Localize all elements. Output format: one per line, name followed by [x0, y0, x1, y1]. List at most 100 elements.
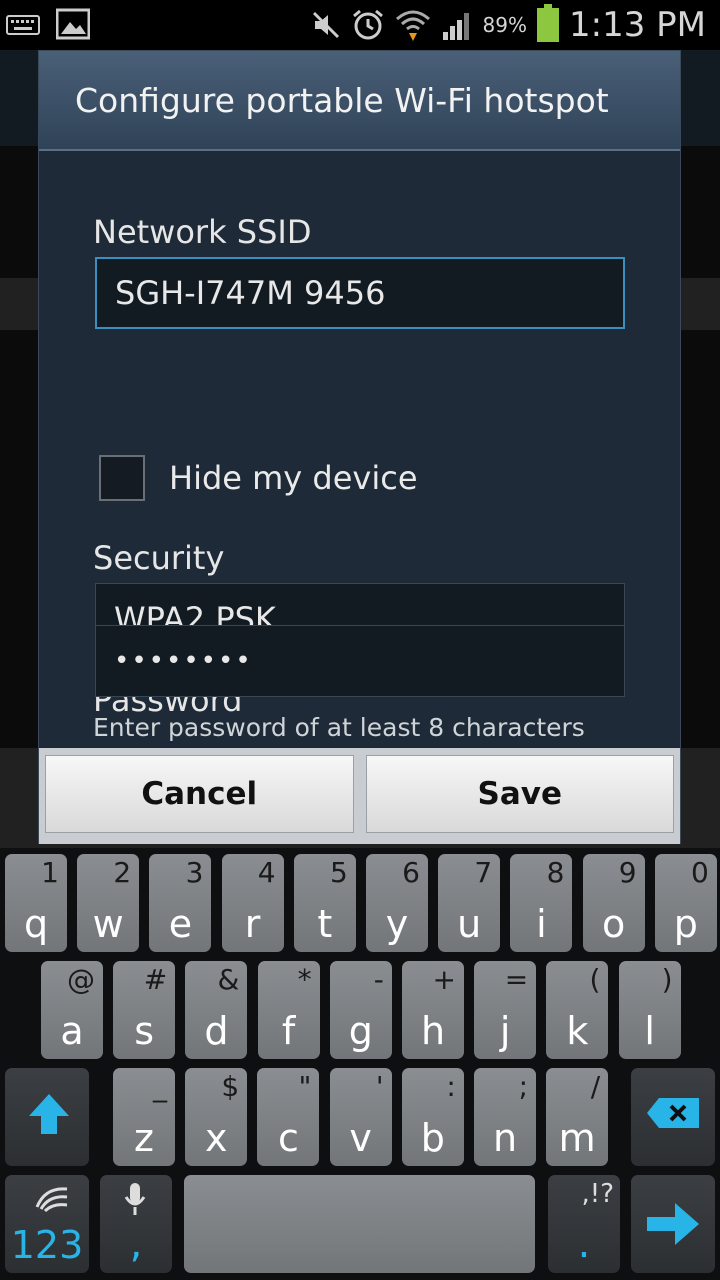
enter-key[interactable] [631, 1175, 715, 1273]
key-label: b [420, 1116, 445, 1160]
key-q[interactable]: 1q [5, 854, 67, 952]
key-label: u [457, 902, 482, 946]
key-secondary-label: 7 [474, 856, 493, 889]
mute-icon [312, 11, 339, 39]
key-n[interactable]: ; n [474, 1068, 536, 1166]
space-key[interactable] [184, 1175, 535, 1273]
key-secondary-label: 2 [113, 856, 132, 889]
key-label: e [168, 902, 193, 946]
key-secondary-label: ( [589, 963, 601, 996]
key-b[interactable]: :b [401, 1068, 464, 1166]
key-f[interactable]: * f [257, 961, 320, 1059]
key-z[interactable]: _ z [113, 1068, 175, 1166]
key-secondary-label: - [373, 963, 384, 996]
signal-icon [442, 13, 469, 40]
key-label: c [277, 1116, 299, 1160]
key-secondary-label: = [504, 963, 529, 996]
cancel-button[interactable]: Cancel [45, 755, 354, 833]
key-i[interactable]: 8i [510, 854, 573, 952]
key-h[interactable]: + h [402, 961, 464, 1059]
key-secondary-label: * [297, 963, 312, 996]
symbols-key[interactable]: 123 [5, 1175, 89, 1273]
key-p[interactable]: 0p [654, 854, 717, 952]
key-secondary-label: @ [67, 963, 95, 996]
key-u[interactable]: 7u [438, 854, 501, 952]
shift-key[interactable] [5, 1068, 89, 1166]
shift-arrow-icon [29, 1094, 69, 1134]
key-label: q [23, 902, 49, 946]
key-label: r [244, 902, 261, 946]
hide-device-label[interactable]: Hide my device [169, 459, 418, 497]
alarm-icon [352, 9, 383, 40]
key-secondary-label: _ [153, 1070, 167, 1103]
key-secondary-label: 6 [402, 856, 420, 889]
period-key[interactable]: ,!?. [548, 1175, 620, 1273]
key-j[interactable]: = j [474, 961, 537, 1059]
next-arrow-icon [647, 1203, 699, 1245]
ssid-input[interactable]: SGH-I747M 9456 [95, 257, 625, 329]
hide-device-checkbox[interactable] [99, 455, 145, 501]
key-label: s [134, 1009, 155, 1053]
key-y[interactable]: 6y [366, 854, 428, 952]
battery-icon [537, 4, 559, 42]
key-secondary-label: 1 [41, 856, 59, 889]
clock: 1:13 PM [569, 5, 706, 45]
hotspot-config-dialog: Configure portable Wi-Fi hotspot Network… [38, 50, 681, 844]
backspace-icon [647, 1098, 699, 1128]
comma-key[interactable]: , [100, 1175, 172, 1273]
key-label: p [673, 902, 698, 946]
key-s[interactable]: # s [113, 961, 176, 1059]
key-secondary-label: 8 [546, 856, 565, 889]
key-secondary-label: / [590, 1070, 601, 1103]
key-label: n [492, 1116, 518, 1160]
wifi-icon [395, 10, 430, 41]
key-k[interactable]: (k [546, 961, 609, 1059]
key-label: x [204, 1116, 228, 1160]
password-value: •••••••• [114, 646, 253, 676]
password-hint: Enter password of at least 8 characters [93, 713, 585, 742]
key-secondary-label: " [298, 1070, 312, 1103]
period-key-label: . [577, 1221, 591, 1267]
ssid-value: SGH-I747M 9456 [115, 274, 386, 312]
punctuation-label: ,!? [581, 1179, 615, 1209]
key-label: a [60, 1009, 84, 1053]
key-d[interactable]: & d [185, 961, 248, 1059]
key-l[interactable]: ) l [618, 961, 681, 1059]
key-t[interactable]: 5t [293, 854, 356, 952]
key-g[interactable]: -g [329, 961, 392, 1059]
key-secondary-label: + [432, 963, 456, 996]
key-label: j [499, 1009, 511, 1053]
comma-key-label: , [129, 1221, 143, 1267]
key-r[interactable]: 4r [221, 854, 284, 952]
key-secondary-label: # [143, 963, 168, 996]
key-m[interactable]: / m [546, 1068, 609, 1166]
backspace-key[interactable] [631, 1068, 715, 1166]
dialog-title-bar: Configure portable Wi-Fi hotspot [39, 51, 680, 151]
key-secondary-label: : [446, 1070, 456, 1103]
key-label: y [385, 902, 409, 946]
key-label: k [566, 1009, 589, 1053]
key-label: i [536, 902, 547, 946]
key-c[interactable]: " c [257, 1068, 320, 1166]
symbols-key-label: 123 [10, 1223, 84, 1267]
keyboard-icon [6, 15, 40, 35]
ssid-label: Network SSID [93, 213, 312, 251]
security-label: Security [93, 539, 225, 577]
soft-keyboard: 1 q 2 w 3 e 4 r 5 t 6 y 7 u 8 i 9 o 0 p @ a # s & d * f - g + h = j(k) l _ z… [0, 848, 720, 1280]
key-secondary-label: 5 [329, 856, 348, 889]
key-v[interactable]: ' v [329, 1068, 392, 1166]
save-button[interactable]: Save [365, 755, 674, 833]
status-bar: 89% 1:13 PM [0, 0, 720, 50]
key-secondary-label: 9 [618, 856, 637, 889]
key-label: m [558, 1116, 596, 1160]
key-label: z [134, 1116, 154, 1160]
password-input[interactable]: •••••••• [95, 625, 625, 697]
key-e[interactable]: 3e [149, 854, 212, 952]
key-w[interactable]: 2w [77, 854, 140, 952]
key-x[interactable]: $ x [185, 1068, 248, 1166]
key-secondary-label: ; [518, 1070, 528, 1103]
picture-icon [56, 8, 90, 40]
key-a[interactable]: @ a [41, 961, 103, 1059]
key-secondary-label: ) [661, 963, 673, 996]
key-o[interactable]: 9o [582, 854, 645, 952]
